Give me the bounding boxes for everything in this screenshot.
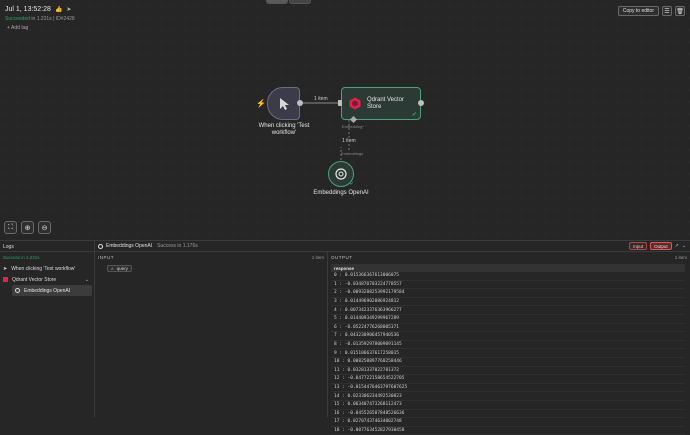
- log-item-embeddings[interactable]: Embeddings OpenAI: [12, 285, 92, 296]
- table-row: 9 : 0.015106637617258015: [331, 349, 685, 358]
- input-pane: INPUT 1 item A query: [95, 252, 328, 417]
- node-detail-subtitle: Success in 1.176s: [157, 243, 198, 249]
- table-row: 15 : 0.063407473268112473: [331, 401, 685, 410]
- text-type-icon: A: [111, 266, 114, 271]
- qdrant-node-label: Qdrant Vector Store: [367, 97, 404, 111]
- zoom-out-icon[interactable]: ⊖: [38, 221, 51, 234]
- log-item-qdrant[interactable]: Qdrant Vector Store ⌄: [0, 274, 94, 285]
- logs-summary: Success in 1.231s: [3, 255, 40, 260]
- input-field-label: query: [116, 266, 128, 271]
- qdrant-icon: [3, 277, 8, 282]
- edge-emb-label: 1 item: [341, 138, 357, 144]
- table-row: 3 : 0.01449690208692481​2: [331, 298, 685, 307]
- output-column-header: response: [331, 264, 685, 272]
- table-row: 11 : 0.03281337022781372: [331, 367, 685, 376]
- zoom-in-icon[interactable]: ⊕: [21, 221, 34, 234]
- input-header: INPUT 1 item: [95, 252, 327, 262]
- trigger-label-line2: workflow': [271, 130, 297, 136]
- qdrant-output-handle[interactable]: [418, 100, 424, 106]
- log-item-label: Embeddings OpenAI: [24, 287, 71, 294]
- logs-pane: Logs Success in 1.231s ➤ When clicking '…: [0, 241, 95, 417]
- zoom-controls: ⛶ ⊕ ⊖: [4, 221, 51, 234]
- openai-icon: [335, 168, 347, 180]
- table-row: 7 : 0.043230906457940536: [331, 332, 685, 341]
- table-row: 2 : -0.0093288253992179584: [331, 289, 685, 298]
- collapse-icon[interactable]: ⌄: [682, 243, 686, 249]
- openai-icon: [98, 243, 103, 249]
- trigger-label-line1: When clicking 'Test: [258, 123, 310, 129]
- node-detail-header: Embeddings OpenAI Success in 1.176s Inpu…: [95, 241, 690, 252]
- output-table: response 0 : 0.015366367613006075 1 : -0…: [331, 264, 685, 435]
- logs-title: Logs: [0, 241, 94, 252]
- table-row: 0 : 0.015366367613006075: [331, 272, 685, 281]
- output-pane: OUTPUT 1 item response 0 : 0.01536636761…: [328, 252, 690, 435]
- table-row: 10 : 0.0082508977602584​46: [331, 358, 685, 367]
- table-row: 12 : -0.047722158654522705: [331, 375, 685, 384]
- node-detail-title: Embeddings OpenAI: [106, 243, 153, 249]
- table-row: 4 : 0.0073423376363966277: [331, 306, 685, 315]
- embeddings-node[interactable]: ✔: [328, 161, 354, 187]
- table-row: 1 : -0.034870703224778557: [331, 281, 685, 290]
- table-row: 16 : -0.045526587848526636: [331, 410, 685, 419]
- log-item-label: When clicking 'Test workflow': [11, 265, 76, 272]
- expand-icon[interactable]: ↗: [675, 243, 679, 249]
- table-row: 17 : 0.027074374634002748: [331, 418, 685, 427]
- table-row: 14 : 0.023306234492530823: [331, 392, 685, 401]
- edges: [302, 100, 350, 160]
- cursor-icon: [279, 97, 289, 110]
- chevron-down-icon[interactable]: ⌄: [85, 277, 89, 283]
- workflow-canvas[interactable]: Jul 1, 13:52:28 👍 ➤ Succeeded in 1.231s …: [0, 0, 690, 240]
- fit-view-icon[interactable]: ⛶: [4, 221, 17, 234]
- qdrant-embedding-label: Embedding*: [342, 124, 364, 129]
- input-title: INPUT: [98, 254, 114, 260]
- bottom-panel: Logs Success in 1.231s ➤ When clicking '…: [0, 240, 690, 435]
- node-detail-actions: Input Output ↗ ⌄: [629, 242, 690, 250]
- log-item-trigger[interactable]: ➤ When clicking 'Test workflow': [0, 263, 94, 274]
- embeddings-node-label: Embeddings OpenAI: [313, 190, 369, 196]
- table-row: 18 : -0.007763452827930458: [331, 427, 685, 435]
- output-toggle[interactable]: Output: [650, 242, 672, 250]
- table-row: 5 : 0.014409349299967289: [331, 315, 685, 324]
- trigger-node[interactable]: [267, 87, 300, 120]
- output-rows: 0 : 0.015366367613006075 1 : -0.03487070…: [331, 272, 685, 435]
- emb-output-label: Embeddings: [341, 151, 364, 156]
- input-count: 1 item: [311, 254, 324, 260]
- qdrant-icon: [349, 97, 361, 110]
- trigger-output-handle[interactable]: [297, 100, 303, 106]
- qdrant-label-line2: Store: [367, 103, 382, 110]
- check-icon: ✔: [411, 112, 417, 118]
- input-field-query[interactable]: A query: [107, 265, 132, 272]
- table-row: 6 : -0.0522477626800537​1: [331, 324, 685, 333]
- trigger-node-label: When clicking 'Test workflow': [248, 123, 320, 137]
- output-count: 1 item: [674, 254, 687, 260]
- output-title: OUTPUT: [331, 254, 353, 260]
- qdrant-label-line1: Qdrant Vector: [367, 96, 405, 103]
- input-toggle[interactable]: Input: [629, 242, 648, 250]
- openai-icon: [15, 288, 20, 293]
- table-row: 8 : -0.013592978009091145: [331, 341, 685, 350]
- log-item-label: Qdrant Vector Store: [12, 276, 57, 283]
- emb-check-icon: ✔: [349, 181, 354, 187]
- output-header: OUTPUT 1 item: [328, 252, 690, 262]
- qdrant-input-handle[interactable]: [338, 100, 342, 106]
- table-row: 13 : -0.0154476463797607625: [331, 384, 685, 393]
- edge-main-label: 1 item: [313, 96, 329, 102]
- cursor-icon: ➤: [3, 265, 8, 272]
- trigger-bolt-icon: ⚡: [256, 99, 266, 108]
